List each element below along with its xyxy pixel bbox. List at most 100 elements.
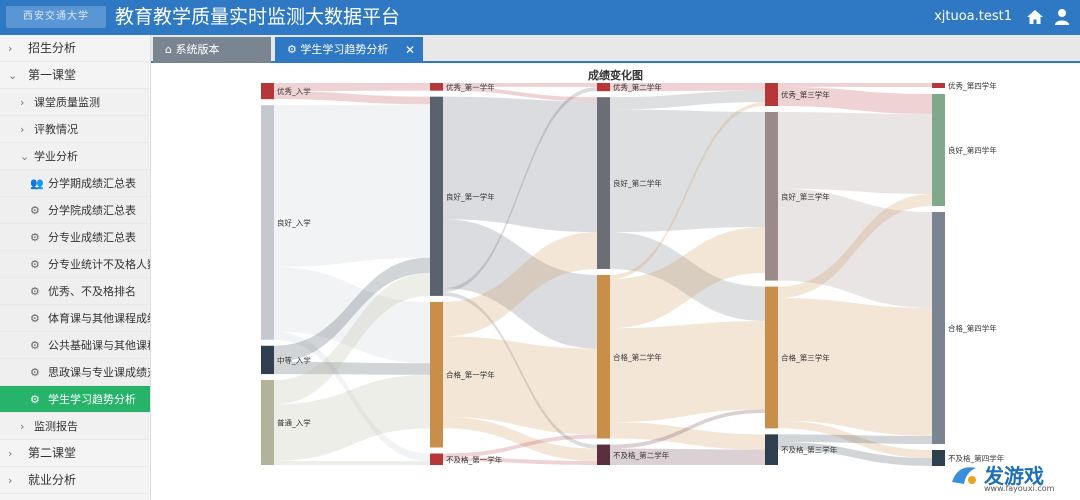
sidebar-item-label: 学生学习趋势分析 xyxy=(48,393,136,406)
university-logo: 西安交通大学 xyxy=(6,6,106,28)
chevron-down-icon: ⌄ xyxy=(20,150,30,163)
chevron-right-icon: › xyxy=(20,420,25,433)
sankey-node[interactable] xyxy=(765,83,778,106)
sankey-node[interactable] xyxy=(765,286,778,429)
sankey-node[interactable] xyxy=(932,83,945,88)
sankey-node[interactable] xyxy=(765,111,778,281)
sankey-node[interactable] xyxy=(597,83,610,92)
sidebar-item[interactable]: ⚙ 体育课与其他课程成绩 xyxy=(0,305,150,332)
sankey-link xyxy=(778,434,932,444)
sidebar-item[interactable]: ⌄ 第一课堂 xyxy=(0,62,150,89)
chevron-right-icon: › xyxy=(8,42,13,55)
sankey-node[interactable] xyxy=(597,274,610,439)
gear-icon: ⚙ xyxy=(30,393,40,406)
sidebar-item-label: 课堂质量监测 xyxy=(34,96,100,109)
tab-learning-trend[interactable]: ⚙ 学生学习趋势分析 ✕ xyxy=(275,37,423,63)
sankey-link xyxy=(610,90,765,110)
gear-icon: ⚙ xyxy=(30,204,40,217)
sidebar-item-label: 第二课堂 xyxy=(28,446,77,460)
sidebar-item[interactable]: › 第二课堂 xyxy=(0,440,150,467)
username[interactable]: xjtuoa.test1 xyxy=(934,9,1012,24)
sankey-link xyxy=(443,96,597,233)
sankey-node-label: 良好_第一学年 xyxy=(446,191,495,201)
users-icon: 👥 xyxy=(30,177,44,190)
sidebar-item[interactable]: ⚙ 思政课与专业课成绩对 xyxy=(0,359,150,386)
sankey-node[interactable] xyxy=(597,97,610,269)
sankey-link xyxy=(778,298,932,436)
watermark: 发游戏 www.fayouxi.com xyxy=(922,460,1072,494)
sankey-node[interactable] xyxy=(430,301,443,448)
sidebar-item[interactable]: ⚙ 公共基础课与其他课程 xyxy=(0,332,150,359)
sankey-node[interactable] xyxy=(430,453,443,465)
sidebar-item-label: 公共基础课与其他课程 xyxy=(48,339,150,352)
sidebar-item[interactable]: ⚙ 分学院成绩汇总表 xyxy=(0,197,150,224)
app-title: 教育教学质量实时监测大数据平台 xyxy=(115,6,401,28)
chevron-right-icon: › xyxy=(20,96,25,109)
sidebar-item-label: 分专业成绩汇总表 xyxy=(48,231,136,244)
sankey-node[interactable] xyxy=(932,94,945,206)
sankey-node[interactable] xyxy=(597,444,610,465)
home-icon[interactable] xyxy=(1026,9,1044,25)
gear-icon: ⚙ xyxy=(30,366,40,379)
sankey-node[interactable] xyxy=(261,380,274,465)
sankey-node[interactable] xyxy=(430,96,443,296)
sankey-node-label: 优秀_入学 xyxy=(277,86,311,96)
sankey-node-label: 良好_第三学年 xyxy=(781,191,830,201)
chevron-right-icon: › xyxy=(8,474,13,487)
sankey-node-label: 优秀_第四学年 xyxy=(948,81,997,91)
sidebar-item[interactable]: › 就业分析 xyxy=(0,467,150,494)
sidebar-item[interactable]: 👥 分学期成绩汇总表 xyxy=(0,170,150,197)
close-icon[interactable]: ✕ xyxy=(405,37,415,63)
tab-label: 系统版本 xyxy=(175,43,220,56)
sidebar-item-label: 监测报告 xyxy=(34,420,78,433)
sankey-node[interactable] xyxy=(261,345,274,375)
sankey-node-label: 优秀_第一学年 xyxy=(446,82,495,92)
sankey-node-label: 良好_第四学年 xyxy=(948,145,997,155)
sankey-node-label: 中等_入学 xyxy=(277,355,311,365)
sankey-link xyxy=(274,104,430,267)
sidebar-item-label: 体育课与其他课程成绩 xyxy=(48,312,150,325)
sidebar-item-label: 优秀、不及格排名 xyxy=(48,285,136,298)
sankey-node[interactable] xyxy=(261,105,274,340)
sankey-node[interactable] xyxy=(765,434,778,465)
sankey-link xyxy=(610,321,765,423)
sankey-node-label: 合格_第二学年 xyxy=(613,352,662,362)
chart-area: 成绩变化图 优秀_入学 良好_入学 中等_入学 普通_入学 优秀_第一学年 良好_第一学年… xyxy=(151,65,1080,500)
sankey-node[interactable] xyxy=(261,83,274,100)
watermark-logo-icon xyxy=(952,467,976,484)
watermark-url: www.fayouxi.com xyxy=(984,484,1055,493)
gear-icon: ⚙ xyxy=(30,339,40,352)
sidebar-item[interactable]: ⌄ 学业分析 xyxy=(0,143,150,170)
sankey-link xyxy=(778,83,932,87)
sidebar-item-label: 第一课堂 xyxy=(28,68,77,82)
sankey-node-label: 合格_第三学年 xyxy=(781,352,830,362)
sankey-node[interactable] xyxy=(430,83,443,91)
sidebar-item[interactable]: › 招生分析 xyxy=(0,35,150,62)
sankey-node-label: 良好_入学 xyxy=(277,217,311,227)
sidebar-item-label: 分专业统计不及格人数 xyxy=(48,258,150,271)
tab-label: 学生学习趋势分析 xyxy=(300,43,389,56)
sankey-node-label: 不及格_第三学年 xyxy=(781,445,838,455)
sidebar-item-label: 招生分析 xyxy=(28,41,77,55)
sankey-link xyxy=(778,111,932,194)
sidebar-item[interactable]: › 课堂质量监测 xyxy=(0,89,150,116)
sidebar-item[interactable]: › 监测报告 xyxy=(0,413,150,440)
sidebar-item[interactable]: ⚙ 分专业成绩汇总表 xyxy=(0,224,150,251)
user-icon[interactable] xyxy=(1054,8,1070,26)
chevron-down-icon: ⌄ xyxy=(8,69,18,82)
sidebar-item-label: 就业分析 xyxy=(28,473,77,487)
sankey-node-label: 不及格_第一学年 xyxy=(446,454,503,464)
sidebar-item[interactable]: ⚙ 学生学习趋势分析 xyxy=(0,386,150,413)
sidebar-item-label: 思政课与专业课成绩对 xyxy=(48,366,150,379)
sankey-node-label: 不及格_第二学年 xyxy=(613,450,670,460)
sidebar-item[interactable]: ⚙ 优秀、不及格排名 xyxy=(0,278,150,305)
tab-system-version[interactable]: ⌂ 系统版本 xyxy=(153,37,271,63)
sankey-node-label: 合格_第四学年 xyxy=(948,323,997,333)
sankey-chart: 优秀_入学良好_入学中等_入学普通_入学 优秀_第一学年良好_第一学年合格_第一学… xyxy=(261,81,1005,466)
sankey-node-label: 优秀_第三学年 xyxy=(781,89,830,99)
sidebar-item[interactable]: › 评教情况 xyxy=(0,116,150,143)
sankey-node[interactable] xyxy=(932,212,945,444)
gear-icon: ⚙ xyxy=(287,43,301,56)
sidebar-item-label: 分学期成绩汇总表 xyxy=(48,177,136,190)
sidebar-item[interactable]: ⚙ 分专业统计不及格人数 xyxy=(0,251,150,278)
